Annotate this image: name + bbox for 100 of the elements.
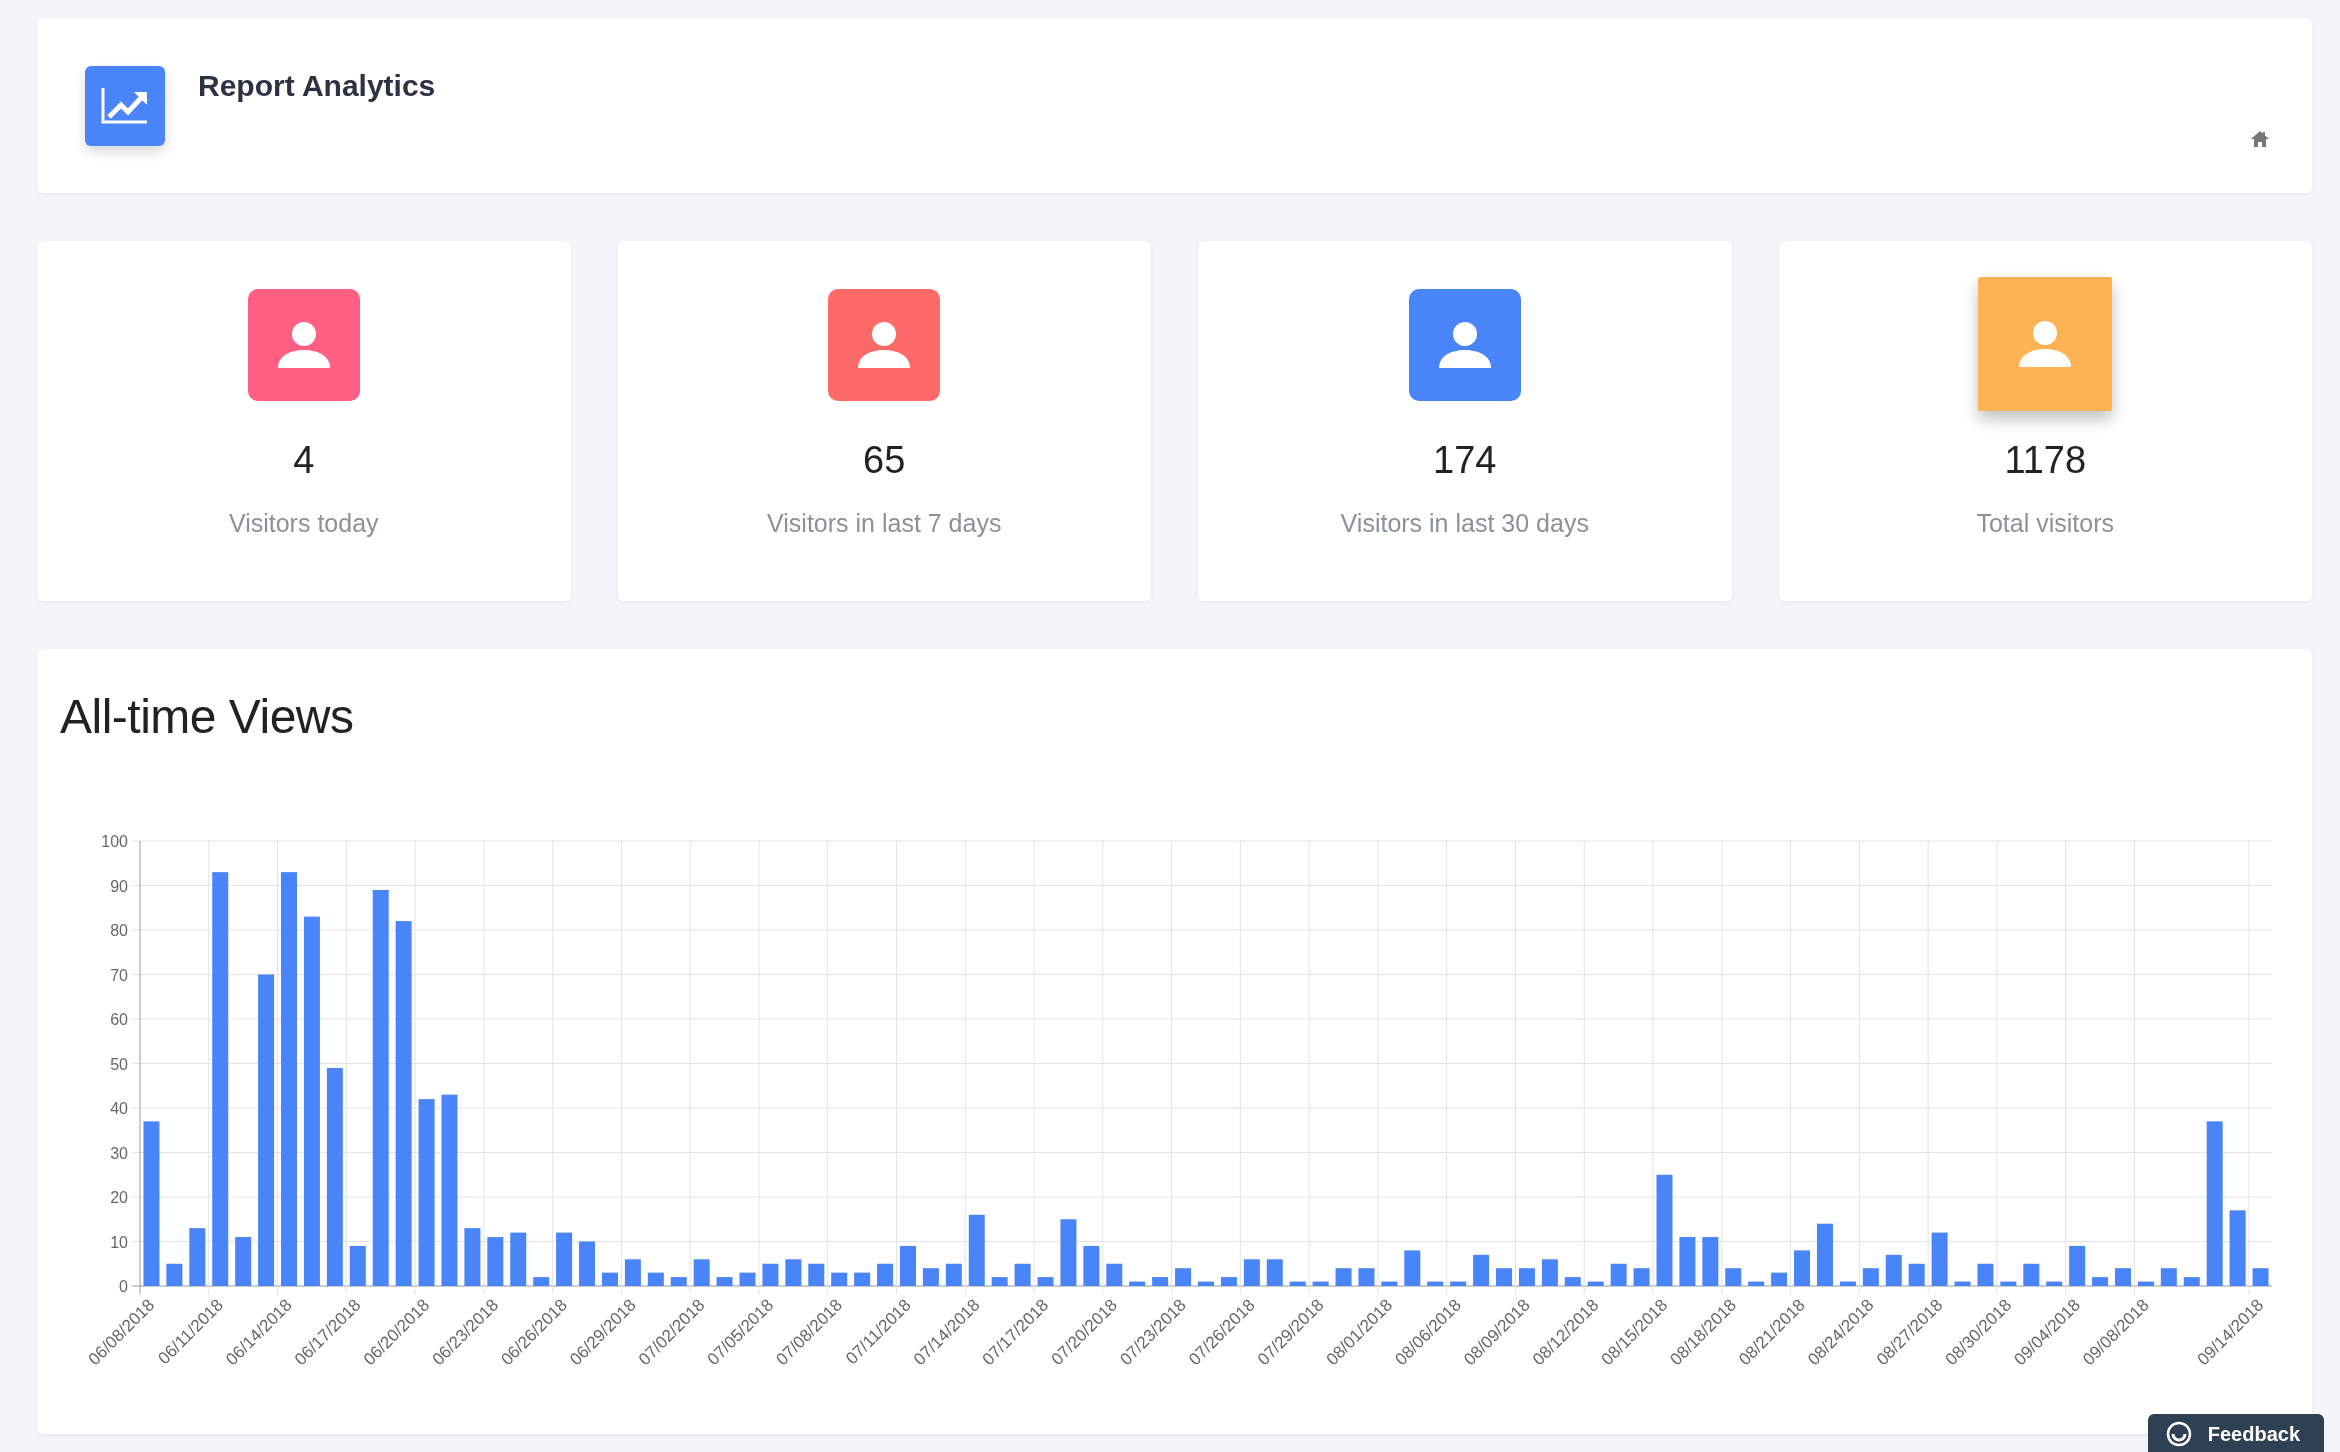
bar [877,1263,894,1287]
bar [968,1215,985,1287]
bar [1014,1263,1031,1287]
y-axis-label: 70 [110,966,128,984]
smile-icon [2165,1421,2192,1447]
bar [922,1268,939,1287]
bar [1816,1223,1833,1287]
bar [1633,1268,1650,1287]
bar [601,1272,618,1287]
bar [464,1228,481,1287]
line-chart-icon [101,86,149,126]
bar [1518,1268,1535,1287]
bar [579,1241,596,1287]
bar [166,1263,183,1287]
bar [1748,1281,1765,1287]
user-icon [2017,319,2074,369]
y-axis-label: 0 [119,1278,128,1296]
stat-label: Visitors in last 30 days [1340,509,1589,538]
bar [739,1272,756,1287]
bar [1794,1250,1811,1287]
bar [1908,1263,1925,1287]
bar [1175,1268,1192,1287]
bar [2137,1281,2154,1287]
bar [2092,1277,2109,1287]
bar [1885,1255,1902,1287]
bar [1129,1281,1146,1287]
bar [1198,1281,1214,1287]
bar [1450,1281,1467,1287]
stat-label: Visitors today [228,509,379,538]
y-axis-label: 60 [110,1011,128,1029]
bar [189,1228,206,1287]
bar [1496,1268,1512,1287]
bar [808,1263,825,1287]
bar [1427,1281,1444,1287]
bar [1725,1268,1742,1287]
bar [510,1232,527,1287]
y-axis-label: 100 [101,833,128,851]
stat-value: 1178 [2004,441,2087,479]
bar [647,1272,664,1287]
y-axis-label: 80 [110,922,128,940]
bar [900,1246,916,1287]
bar [2000,1281,2017,1287]
bar [349,1246,366,1287]
y-axis-label: 30 [110,1144,128,1162]
bar [2183,1277,2200,1287]
stat-label: Visitors in last 7 days [767,509,1002,538]
bar [1243,1259,1260,1287]
bar [1862,1268,1879,1287]
bar [1106,1263,1123,1287]
bar [556,1232,573,1287]
bar [1564,1277,1581,1287]
bar [1152,1277,1169,1287]
bar [831,1272,848,1287]
bar [1335,1268,1352,1287]
stat-label: Total visitors [1976,509,2114,538]
bar [670,1277,687,1287]
bar [1702,1237,1719,1287]
user-icon [856,320,913,370]
bar [487,1237,504,1287]
bar [693,1259,710,1287]
bar [1771,1272,1788,1287]
home-icon[interactable] [2250,130,2270,148]
bar [785,1259,802,1287]
bar [991,1277,1008,1287]
bar [1977,1263,1994,1287]
bar [945,1263,962,1287]
bar [1473,1255,1490,1287]
bar [1381,1281,1398,1287]
bar [1404,1250,1421,1287]
bar [1060,1219,1077,1287]
bar [762,1263,779,1287]
bar [1220,1277,1237,1287]
bar [1358,1268,1375,1287]
stat-value: 65 [863,441,906,479]
bar [1266,1259,1283,1287]
feedback-button[interactable]: Feedback [2147,1414,2324,1452]
bar [854,1272,871,1287]
bar [1312,1281,1329,1287]
y-axis-label: 40 [110,1100,128,1118]
stat-value: 4 [293,441,315,479]
y-axis-label: 10 [110,1233,128,1251]
bar [716,1277,733,1287]
bar [1679,1237,1696,1287]
chart-title: All-time Views [60,689,355,745]
bar [1037,1277,1054,1287]
bar [1954,1281,1971,1287]
bar [1541,1259,1558,1287]
bar [1289,1281,1306,1287]
bar [1083,1246,1100,1287]
bar [2115,1268,2131,1287]
bar [533,1277,550,1287]
bar [2069,1246,2086,1287]
bar [235,1237,252,1287]
y-axis-label: 50 [110,1055,128,1073]
page-title: Report Analytics [198,68,436,104]
y-axis-label: 20 [110,1189,128,1207]
bar [2023,1263,2040,1287]
bar [2046,1281,2063,1287]
bar [1610,1263,1627,1287]
bar [1587,1281,1604,1287]
